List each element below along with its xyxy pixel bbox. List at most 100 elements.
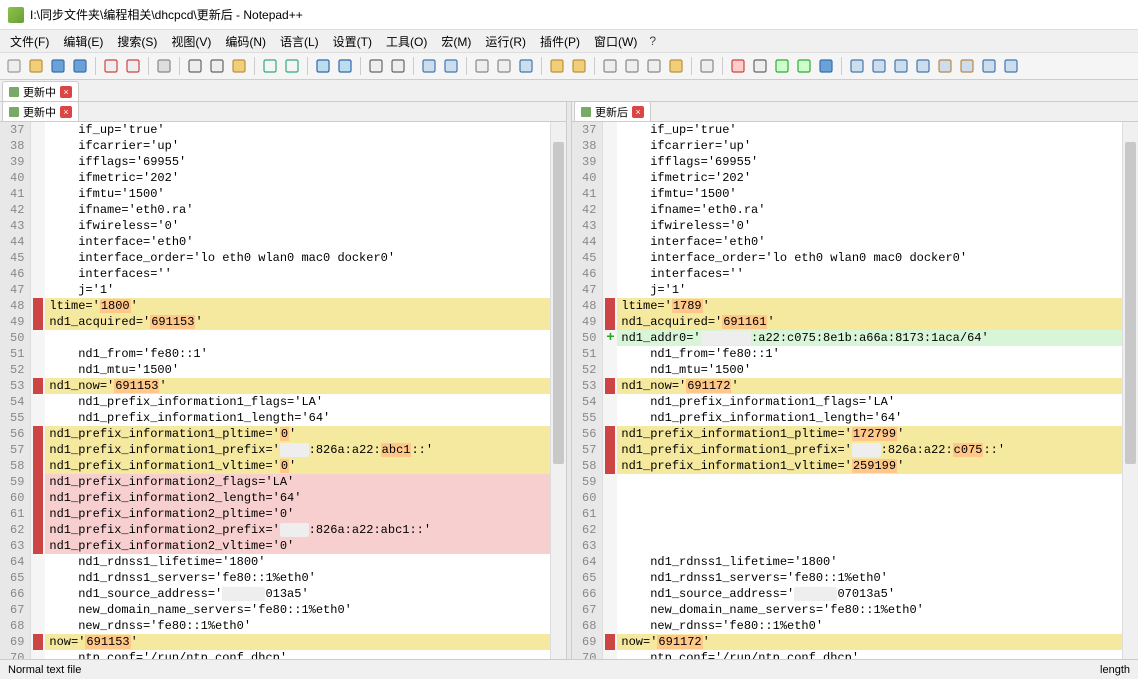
undo-icon[interactable] <box>260 56 280 76</box>
menu-item[interactable]: 编码(N) <box>219 31 272 52</box>
code-line[interactable]: nd1_prefix_information1_length='64' <box>617 410 1138 426</box>
menu-item[interactable]: 插件(P) <box>534 31 586 52</box>
close-tab-icon[interactable]: × <box>60 106 72 118</box>
code-line[interactable]: nd1_now='691153' <box>45 378 566 394</box>
code-line[interactable]: ifcarrier='up' <box>45 138 566 154</box>
code-line[interactable]: ifflags='69955' <box>45 154 566 170</box>
code-line[interactable]: nd1_prefix_information2_length='64' <box>45 490 566 506</box>
left-editor[interactable]: 3738394041424344454647484950515253545556… <box>0 122 566 659</box>
folder-icon[interactable] <box>666 56 686 76</box>
code-line[interactable]: nd1_acquired='691153' <box>45 314 566 330</box>
nav-bar-icon[interactable] <box>1001 56 1021 76</box>
code-line[interactable]: nd1_rdnss1_lifetime='1800' <box>45 554 566 570</box>
code-line[interactable]: nd1_prefix_information2_flags='LA' <box>45 474 566 490</box>
close-tab-icon[interactable]: × <box>60 86 72 98</box>
code-line[interactable]: nd1_prefix_information2_vltime='0' <box>45 538 566 554</box>
code-line[interactable]: nd1_prefix_information1_flags='LA' <box>45 394 566 410</box>
code-line[interactable]: nd1_mtu='1500' <box>45 362 566 378</box>
code-line[interactable]: ntp_conf='/run/ntp.conf.dhcp' <box>45 650 566 659</box>
prev-diff-icon[interactable] <box>935 56 955 76</box>
menu-item[interactable]: 视图(V) <box>165 31 217 52</box>
doc-map-icon[interactable] <box>600 56 620 76</box>
code-line[interactable]: ntp_conf='/run/ntp.conf.dhcp' <box>617 650 1138 659</box>
close-tab-icon[interactable]: × <box>632 106 644 118</box>
copy-icon[interactable] <box>207 56 227 76</box>
code-line[interactable]: nd1_addr0=' :a22:c075:8e1b:a66a:8173:1ac… <box>617 330 1138 346</box>
code-line[interactable]: ifmetric='202' <box>617 170 1138 186</box>
zoom-out-icon[interactable] <box>388 56 408 76</box>
compare-icon[interactable] <box>847 56 867 76</box>
menu-item[interactable]: 工具(O) <box>380 31 433 52</box>
code-line[interactable]: nd1_prefix_information1_pltime='0' <box>45 426 566 442</box>
play-icon[interactable] <box>772 56 792 76</box>
code-line[interactable]: nd1_from='fe80::1' <box>45 346 566 362</box>
right-editor[interactable]: 3738394041424344454647484950515253545556… <box>572 122 1138 659</box>
menu-item[interactable]: 宏(M) <box>435 31 477 52</box>
close-all-icon[interactable] <box>123 56 143 76</box>
code-line[interactable]: interfaces='' <box>45 266 566 282</box>
code-line[interactable]: now='691172' <box>617 634 1138 650</box>
code-line[interactable]: nd1_rdnss1_lifetime='1800' <box>617 554 1138 570</box>
save-macro-icon[interactable] <box>816 56 836 76</box>
code-line[interactable] <box>617 538 1138 554</box>
menu-help[interactable]: ? <box>645 32 660 50</box>
code-line[interactable]: nd1_prefix_information2_pltime='0' <box>45 506 566 522</box>
code-line[interactable]: ifname='eth0.ra' <box>45 202 566 218</box>
code-line[interactable]: ifcarrier='up' <box>617 138 1138 154</box>
paste-icon[interactable] <box>229 56 249 76</box>
menubar[interactable]: 文件(F)编辑(E)搜索(S)视图(V)编码(N)语言(L)设置(T)工具(O)… <box>0 30 1138 52</box>
code-line[interactable]: nd1_now='691172' <box>617 378 1138 394</box>
code-line[interactable]: nd1_from='fe80::1' <box>617 346 1138 362</box>
code-line[interactable]: nd1_prefix_information2_prefix=' :826a:a… <box>45 522 566 538</box>
code-line[interactable]: nd1_prefix_information1_prefix=' :826a:a… <box>617 442 1138 458</box>
left-tab[interactable]: 更新中 × <box>2 101 79 121</box>
menu-item[interactable]: 窗口(W) <box>588 31 643 52</box>
show-all-icon[interactable] <box>494 56 514 76</box>
indent-icon[interactable] <box>516 56 536 76</box>
wrap-icon[interactable] <box>472 56 492 76</box>
play-mult-icon[interactable] <box>794 56 814 76</box>
save-icon[interactable] <box>48 56 68 76</box>
code-line[interactable]: ifwireless='0' <box>617 218 1138 234</box>
code-line[interactable]: if_up='true' <box>45 122 566 138</box>
code-line[interactable]: nd1_prefix_information1_prefix=' :826a:a… <box>45 442 566 458</box>
find-icon[interactable] <box>313 56 333 76</box>
code-line[interactable]: nd1_prefix_information1_length='64' <box>45 410 566 426</box>
code-line[interactable]: interface='eth0' <box>617 234 1138 250</box>
code-line[interactable]: new_domain_name_servers='fe80::1%eth0' <box>617 602 1138 618</box>
code-line[interactable]: nd1_rdnss1_servers='fe80::1%eth0' <box>45 570 566 586</box>
next-diff-icon[interactable] <box>957 56 977 76</box>
code-line[interactable]: nd1_source_address=' 013a5' <box>45 586 566 602</box>
code-line[interactable]: ifmtu='1500' <box>617 186 1138 202</box>
monitor-icon[interactable] <box>697 56 717 76</box>
code-line[interactable]: now='691153' <box>45 634 566 650</box>
record-icon[interactable] <box>728 56 748 76</box>
code-line[interactable]: nd1_acquired='691161' <box>617 314 1138 330</box>
doc-list-icon[interactable] <box>622 56 642 76</box>
menu-item[interactable]: 文件(F) <box>4 31 55 52</box>
outer-tab[interactable]: 更新中 × <box>2 81 79 101</box>
menu-item[interactable]: 运行(R) <box>479 31 532 52</box>
scrollbar-thumb[interactable] <box>1125 142 1136 464</box>
menu-item[interactable]: 搜索(S) <box>111 31 163 52</box>
sync-h-icon[interactable] <box>441 56 461 76</box>
code-line[interactable]: new_rdnss='fe80::1%eth0' <box>45 618 566 634</box>
menu-item[interactable]: 设置(T) <box>327 31 378 52</box>
code-line[interactable]: ifwireless='0' <box>45 218 566 234</box>
code-line[interactable] <box>617 490 1138 506</box>
code-line[interactable] <box>617 522 1138 538</box>
menu-item[interactable]: 编辑(E) <box>57 31 109 52</box>
code-line[interactable]: nd1_source_address=' 07013a5' <box>617 586 1138 602</box>
new-file-icon[interactable] <box>4 56 24 76</box>
right-tab[interactable]: 更新后 × <box>574 101 651 121</box>
code-line[interactable]: interface_order='lo eth0 wlan0 mac0 dock… <box>45 250 566 266</box>
compare-prev-icon[interactable] <box>869 56 889 76</box>
code-line[interactable]: ltime='1800' <box>45 298 566 314</box>
code-line[interactable]: ifname='eth0.ra' <box>617 202 1138 218</box>
code-line[interactable]: interfaces='' <box>617 266 1138 282</box>
code-line[interactable]: j='1' <box>45 282 566 298</box>
code-line[interactable]: new_rdnss='fe80::1%eth0' <box>617 618 1138 634</box>
code-line[interactable]: nd1_rdnss1_servers='fe80::1%eth0' <box>617 570 1138 586</box>
right-code[interactable]: if_up='true' ifcarrier='up' ifflags='699… <box>617 122 1138 659</box>
code-line[interactable]: nd1_prefix_information1_flags='LA' <box>617 394 1138 410</box>
